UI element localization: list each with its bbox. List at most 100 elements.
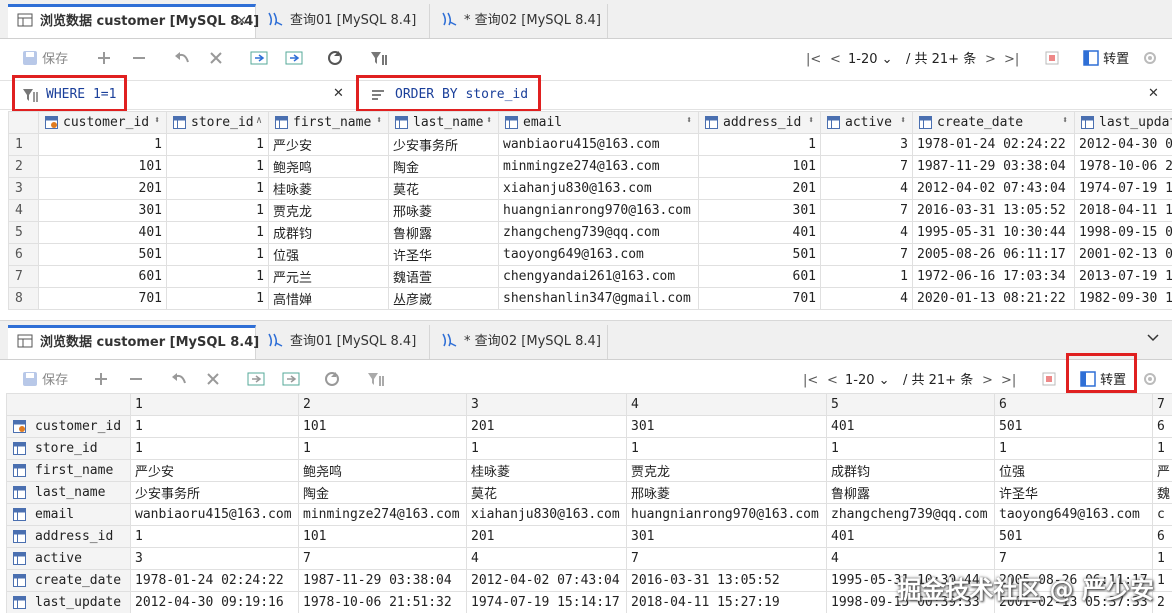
record-header[interactable]: 1 bbox=[131, 394, 299, 416]
table-cell[interactable]: 陶金 bbox=[389, 156, 499, 178]
table-cell[interactable]: 7 bbox=[821, 156, 913, 178]
table-cell[interactable]: 101 bbox=[299, 526, 467, 548]
table-cell[interactable]: 1 bbox=[167, 200, 269, 222]
delete-row-button[interactable] bbox=[131, 50, 147, 70]
discard-button[interactable] bbox=[205, 371, 221, 391]
table-cell[interactable]: 1 bbox=[1153, 548, 1172, 570]
record-header[interactable]: 6 bbox=[995, 394, 1153, 416]
table-cell[interactable]: 201 bbox=[699, 178, 821, 200]
table-cell[interactable]: 邢咏菱 bbox=[389, 200, 499, 222]
last-page-button[interactable]: >| bbox=[1001, 371, 1016, 391]
filter-button[interactable] bbox=[370, 50, 388, 70]
table-cell[interactable]: 1 bbox=[131, 416, 299, 438]
table-row[interactable]: 43011贾克龙邢咏菱huangnianrong970@163.com30172… bbox=[9, 200, 1172, 222]
table-cell[interactable]: 1 bbox=[167, 288, 269, 310]
table-cell[interactable]: zhangcheng739@qq.com bbox=[827, 504, 995, 526]
table-row[interactable]: 65011位强许圣华taoyong649@163.com50172005-08-… bbox=[9, 244, 1172, 266]
table-cell[interactable]: 7 bbox=[821, 244, 913, 266]
table-cell[interactable]: 严少安 bbox=[131, 460, 299, 482]
table-cell[interactable]: 201 bbox=[39, 178, 167, 200]
tab-browse-customer[interactable]: 浏览数据 customer [MySQL 8.4] ✕ bbox=[8, 4, 256, 38]
record-header[interactable]: 3 bbox=[467, 394, 627, 416]
table-cell[interactable]: 601 bbox=[699, 266, 821, 288]
table-cell[interactable]: 401 bbox=[699, 222, 821, 244]
save-button[interactable]: 保存 bbox=[22, 371, 68, 391]
table-cell[interactable]: 1 bbox=[1153, 438, 1172, 460]
column-header-customer-id[interactable]: customer_id⬍ bbox=[39, 112, 167, 134]
table-row[interactable]: first_name严少安鲍尧鸣桂咏菱贾克龙成群钧位强严 bbox=[7, 460, 1172, 482]
table-cell[interactable]: 成群钧 bbox=[269, 222, 389, 244]
table-cell[interactable]: 2018-04-11 15:27:19 bbox=[627, 592, 827, 613]
table-cell[interactable]: 301 bbox=[627, 416, 827, 438]
column-header-last-update[interactable]: last_update bbox=[1075, 112, 1172, 134]
table-row[interactable]: store_id1111111 bbox=[7, 438, 1172, 460]
import-button[interactable] bbox=[247, 371, 265, 391]
first-page-button[interactable]: |< bbox=[803, 371, 818, 391]
table-cell[interactable]: 少安事务所 bbox=[131, 482, 299, 504]
transpose-button[interactable]: 转置 bbox=[1083, 50, 1129, 70]
table-cell[interactable]: 1 bbox=[627, 438, 827, 460]
table-cell[interactable]: 3 bbox=[821, 134, 913, 156]
table-cell[interactable]: 2018-04-11 15:27:19 bbox=[1075, 200, 1172, 222]
table-cell[interactable]: 7 bbox=[299, 548, 467, 570]
table-cell[interactable]: 2020-01-13 08:21:22 bbox=[913, 288, 1075, 310]
table-cell[interactable]: 4 bbox=[821, 288, 913, 310]
table-cell[interactable]: 1 bbox=[39, 134, 167, 156]
stop-button[interactable] bbox=[1044, 50, 1060, 70]
table-cell[interactable]: 101 bbox=[699, 156, 821, 178]
table-cell[interactable]: 1987-11-29 03:38:04 bbox=[913, 156, 1075, 178]
close-icon[interactable]: ✕ bbox=[236, 7, 247, 37]
table-row[interactable]: customer_id11012013014015016 bbox=[7, 416, 1172, 438]
table-cell[interactable]: 501 bbox=[39, 244, 167, 266]
table-cell[interactable]: 鲁柳露 bbox=[827, 482, 995, 504]
table-cell[interactable]: 1995-05-31 10:30:44 bbox=[913, 222, 1075, 244]
table-cell[interactable]: 鲁柳露 bbox=[389, 222, 499, 244]
page-range-select[interactable]: 1-20 ⌄ bbox=[848, 50, 893, 70]
table-cell[interactable]: 101 bbox=[299, 416, 467, 438]
table-row[interactable]: 111严少安少安事务所wanbiaoru415@163.com131978-01… bbox=[9, 134, 1172, 156]
save-button[interactable]: 保存 bbox=[22, 50, 68, 70]
sort-both-icon[interactable]: ⬍ bbox=[808, 115, 814, 126]
table-cell[interactable]: 301 bbox=[627, 526, 827, 548]
record-header[interactable]: 5 bbox=[827, 394, 995, 416]
column-header-email[interactable]: email⬍ bbox=[499, 112, 699, 134]
refresh-button[interactable] bbox=[327, 50, 343, 70]
table-cell[interactable]: zhangcheng739@qq.com bbox=[499, 222, 699, 244]
transpose-button[interactable]: 转置 bbox=[1080, 371, 1126, 391]
sort-both-icon[interactable]: ⬍ bbox=[486, 115, 492, 126]
table-cell[interactable]: 1 bbox=[131, 438, 299, 460]
sort-asc-icon[interactable]: ∧ bbox=[256, 115, 262, 126]
sort-both-icon[interactable]: ⬍ bbox=[900, 115, 906, 126]
table-cell[interactable]: 桂咏菱 bbox=[269, 178, 389, 200]
table-cell[interactable]: 贾克龙 bbox=[269, 200, 389, 222]
settings-button[interactable] bbox=[1142, 50, 1158, 70]
table-row[interactable]: 32011桂咏菱莫花xiahanju830@163.com20142012-04… bbox=[9, 178, 1172, 200]
table-cell[interactable]: 贾克龙 bbox=[627, 460, 827, 482]
tab-browse-customer[interactable]: 浏览数据 customer [MySQL 8.4] bbox=[8, 325, 256, 359]
table-row[interactable]: 21011鲍尧鸣陶金minmingze274@163.com10171987-1… bbox=[9, 156, 1172, 178]
table-cell[interactable]: 101 bbox=[39, 156, 167, 178]
table-cell[interactable]: 1 bbox=[299, 438, 467, 460]
table-cell[interactable]: 4 bbox=[821, 222, 913, 244]
table-cell[interactable]: 501 bbox=[995, 416, 1153, 438]
table-cell[interactable]: 1 bbox=[167, 156, 269, 178]
page-range-select[interactable]: 1-20 ⌄ bbox=[845, 371, 890, 391]
table-row[interactable]: address_id11012013014015016 bbox=[7, 526, 1172, 548]
table-cell[interactable]: 1 bbox=[167, 244, 269, 266]
refresh-button[interactable] bbox=[324, 371, 340, 391]
table-cell[interactable]: xiahanju830@163.com bbox=[499, 178, 699, 200]
table-cell[interactable]: 3 bbox=[131, 548, 299, 570]
table-cell[interactable]: 1 bbox=[167, 266, 269, 288]
column-header-address-id[interactable]: address_id⬍ bbox=[699, 112, 821, 134]
table-cell[interactable]: 4 bbox=[467, 548, 627, 570]
table-cell[interactable]: 2012-04-30 09:19:16 bbox=[131, 592, 299, 613]
undo-button[interactable] bbox=[173, 50, 191, 70]
table-cell[interactable]: 2001-02-13 05:37:33 bbox=[1075, 244, 1172, 266]
tab-query01[interactable]: 查询01 [MySQL 8.4] bbox=[258, 325, 430, 359]
table-cell[interactable]: 魏语萱 bbox=[389, 266, 499, 288]
table-cell[interactable]: 1 bbox=[167, 178, 269, 200]
table-cell[interactable]: huangnianrong970@163.com bbox=[627, 504, 827, 526]
table-cell[interactable]: 严 bbox=[1153, 460, 1172, 482]
table-cell[interactable]: 701 bbox=[39, 288, 167, 310]
table-cell[interactable]: 1 bbox=[467, 438, 627, 460]
